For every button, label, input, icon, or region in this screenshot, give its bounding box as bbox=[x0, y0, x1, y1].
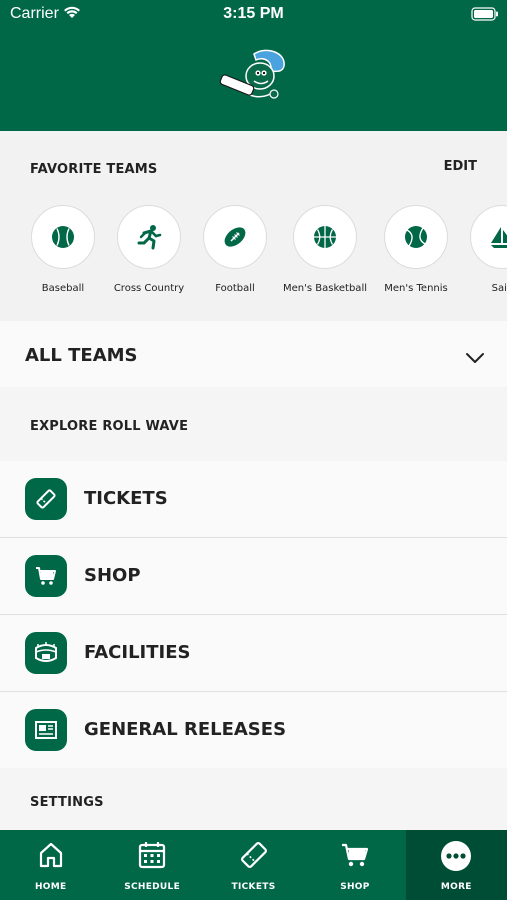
tulane-wave-logo bbox=[214, 48, 292, 106]
menu-item-facilities[interactable]: FACILITIES bbox=[0, 615, 507, 692]
stadium-icon bbox=[25, 632, 67, 674]
favorite-team-baseball[interactable]: Baseball bbox=[13, 205, 113, 294]
status-bar: Carrier 3:15 PM bbox=[0, 0, 507, 28]
menu-item-label: GENERAL RELEASES bbox=[84, 719, 287, 740]
explore-section: EXPLORE ROLL WAVE TICKETS SHOP FACILITIE… bbox=[0, 387, 507, 830]
favorite-teams-carousel[interactable]: Baseball Cross Country Football Men's Ba… bbox=[0, 205, 507, 305]
menu-item-shop[interactable]: SHOP bbox=[0, 538, 507, 615]
edit-favorites-button[interactable]: EDIT bbox=[444, 159, 477, 174]
baseball-icon bbox=[31, 205, 95, 269]
newspaper-icon bbox=[25, 709, 67, 751]
favorite-team-label: Baseball bbox=[41, 283, 85, 294]
favorite-team-label: Men's Tennis bbox=[384, 283, 448, 294]
settings-title: SETTINGS bbox=[30, 795, 104, 810]
ticket-icon bbox=[203, 840, 304, 872]
menu-item-label: TICKETS bbox=[84, 488, 168, 509]
home-icon bbox=[0, 840, 101, 872]
favorite-teams-section: FAVORITE TEAMS EDIT Baseball Cross Count… bbox=[0, 131, 507, 321]
more-icon bbox=[406, 840, 507, 872]
app-header: Carrier 3:15 PM bbox=[0, 0, 507, 131]
football-icon bbox=[203, 205, 267, 269]
menu-item-label: FACILITIES bbox=[84, 642, 191, 663]
favorite-team-mens-tennis[interactable]: Men's Tennis bbox=[366, 205, 466, 294]
tab-home[interactable]: HOME bbox=[0, 830, 101, 900]
cart-icon bbox=[304, 840, 405, 872]
favorite-teams-title: FAVORITE TEAMS bbox=[30, 162, 158, 177]
runner-icon bbox=[117, 205, 181, 269]
cart-icon bbox=[25, 555, 67, 597]
menu-item-tickets[interactable]: TICKETS bbox=[0, 461, 507, 538]
favorite-team-football[interactable]: Football bbox=[185, 205, 285, 294]
tab-shop[interactable]: SHOP bbox=[304, 830, 405, 900]
explore-menu-list: TICKETS SHOP FACILITIES GENERAL RELEASES bbox=[0, 461, 507, 768]
favorite-team-label: Saili bbox=[491, 283, 507, 294]
favorite-team-cross-country[interactable]: Cross Country bbox=[99, 205, 199, 294]
battery-icon bbox=[471, 7, 499, 26]
favorite-team-label: Football bbox=[215, 283, 255, 294]
all-teams-label: ALL TEAMS bbox=[25, 345, 138, 366]
favorite-team-mens-basketball[interactable]: Men's Basketball bbox=[275, 205, 375, 294]
favorite-team-sailing[interactable]: Saili bbox=[452, 205, 507, 294]
tab-label: SHOP bbox=[340, 882, 370, 892]
all-teams-dropdown[interactable]: ALL TEAMS bbox=[0, 321, 507, 387]
menu-item-label: SHOP bbox=[84, 565, 141, 586]
status-time: 3:15 PM bbox=[223, 5, 284, 22]
sailboat-icon bbox=[470, 205, 507, 269]
bottom-tab-bar: HOME SCHEDULE TICKETS SHOP MORE bbox=[0, 830, 507, 900]
tab-tickets[interactable]: TICKETS bbox=[203, 830, 304, 900]
favorite-team-label: Cross Country bbox=[113, 283, 185, 294]
favorite-team-label: Men's Basketball bbox=[283, 283, 367, 294]
tab-label: HOME bbox=[34, 882, 67, 892]
ticket-icon bbox=[25, 478, 67, 520]
tab-schedule[interactable]: SCHEDULE bbox=[101, 830, 202, 900]
tab-label: SCHEDULE bbox=[124, 882, 181, 892]
calendar-icon bbox=[101, 840, 202, 872]
explore-title: EXPLORE ROLL WAVE bbox=[30, 419, 189, 434]
tab-label: TICKETS bbox=[231, 882, 276, 892]
tab-more[interactable]: MORE bbox=[405, 830, 507, 900]
basketball-icon bbox=[293, 205, 357, 269]
tab-label: MORE bbox=[440, 882, 472, 892]
menu-item-general-releases[interactable]: GENERAL RELEASES bbox=[0, 692, 507, 768]
tennis-ball-icon bbox=[384, 205, 448, 269]
chevron-down-icon bbox=[465, 349, 485, 368]
